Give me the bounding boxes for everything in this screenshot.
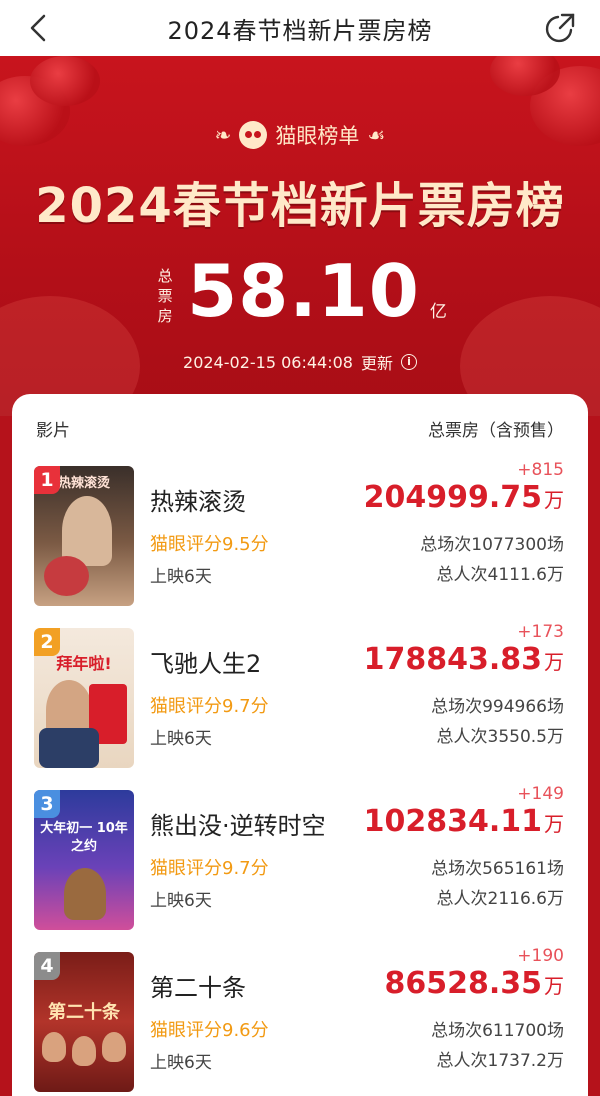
movie-row[interactable]: 大年初一 10年之约 3 熊出没·逆转时空 猫眼评分9.7分 上映6天 +149… (12, 784, 588, 932)
back-arrow-icon[interactable] (22, 10, 58, 46)
column-film: 影片 (36, 421, 70, 441)
box-delta: +173 (517, 622, 564, 642)
poster-figure (102, 1032, 126, 1062)
total-amount: 58.10 (187, 249, 420, 333)
total-label: 总票房 (157, 267, 173, 325)
movie-poster[interactable]: 热辣滚烫 1 (34, 466, 134, 606)
poster-title: 大年初一 10年之约 (40, 821, 128, 854)
page-title: 2024春节档新片票房榜 (167, 16, 433, 45)
movie-title: 第二十条 (150, 974, 246, 1002)
total-unit: 亿 (429, 302, 447, 322)
poster-figure (42, 1032, 66, 1062)
movie-poster[interactable]: 大年初一 10年之约 3 (34, 790, 134, 930)
box-office-value: 86528.35 万 (384, 966, 564, 1001)
info-icon[interactable]: i (400, 354, 417, 370)
movie-title: 熊出没·逆转时空 (150, 812, 326, 840)
box-office-value: 102834.11 万 (363, 804, 564, 839)
rank-badge: 4 (34, 952, 60, 980)
movie-days: 上映6天 (150, 729, 212, 749)
total-shows: 总场次611700场 (431, 1021, 564, 1041)
column-box-office: 总票房（含预售） (428, 421, 564, 441)
rank-badge: 2 (34, 628, 60, 656)
box-delta: +815 (517, 460, 564, 480)
movie-poster[interactable]: 第二十条 4 (34, 952, 134, 1092)
movie-row[interactable]: 拜年啦! 2 飞驰人生2 猫眼评分9.7分 上映6天 +173 178843.8… (12, 622, 588, 770)
box-delta: +149 (517, 784, 564, 804)
movie-score: 猫眼评分9.5分 (150, 534, 269, 555)
rank-badge: 1 (34, 466, 60, 494)
movie-days: 上映6天 (150, 1053, 212, 1073)
total-box-office: 总票房 58.10 亿 (0, 252, 600, 330)
total-admissions: 总人次4111.6万 (436, 565, 564, 585)
list-header: 影片 总票房（含预售） (36, 416, 564, 441)
movie-score: 猫眼评分9.7分 (150, 858, 269, 879)
total-admissions: 总人次2116.6万 (436, 889, 564, 909)
ranking-card: 影片 总票房（含预售） 热辣滚烫 1 热辣滚烫 猫眼评分9.5分 上映6天 +8… (12, 394, 588, 1096)
poster-figure (44, 556, 89, 596)
brand-label: 猫眼榜单 (275, 124, 360, 148)
brand-badge: ❧ 猫眼榜单 ☙ (0, 120, 600, 150)
total-shows: 总场次565161场 (431, 859, 564, 879)
movie-title: 飞驰人生2 (150, 650, 262, 678)
movie-row[interactable]: 第二十条 4 第二十条 猫眼评分9.6分 上映6天 +190 86528.35 万… (12, 946, 588, 1094)
movie-score: 猫眼评分9.7分 (150, 696, 269, 717)
update-time: 2024-02-15 06:44:08 (183, 352, 353, 372)
movie-days: 上映6天 (150, 891, 212, 911)
total-admissions: 总人次3550.5万 (436, 727, 564, 747)
update-label: 更新 (360, 354, 393, 373)
poster-figure (64, 868, 106, 920)
maoyan-logo-icon (239, 121, 268, 149)
laurel-right-icon: ☙ (367, 123, 386, 147)
hero-headline: 2024春节档新片票房榜 (35, 178, 565, 234)
movie-row[interactable]: 热辣滚烫 1 热辣滚烫 猫眼评分9.5分 上映6天 +815 204999.75… (12, 460, 588, 608)
hero-banner: ❧ 猫眼榜单 ☙ 2024春节档新片票房榜 总票房 58.10 亿 2024-0… (0, 56, 600, 416)
rank-badge: 3 (34, 790, 60, 818)
box-delta: +190 (517, 946, 564, 966)
poster-title: 第二十条 (48, 1002, 120, 1023)
movie-days: 上映6天 (150, 567, 212, 587)
total-shows: 总场次994966场 (431, 697, 564, 717)
movie-title: 热辣滚烫 (150, 488, 246, 516)
total-admissions: 总人次1737.2万 (436, 1051, 564, 1071)
update-info: 2024-02-15 06:44:08 更新 i (0, 350, 600, 374)
poster-figure (72, 1036, 96, 1066)
poster-figure (39, 728, 99, 768)
box-office-value: 178843.83 万 (363, 642, 564, 677)
laurel-left-icon: ❧ (214, 123, 232, 147)
nav-bar: 2024春节档新片票房榜 (0, 0, 600, 56)
total-shows: 总场次1077300场 (420, 535, 564, 555)
movie-score: 猫眼评分9.6分 (150, 1020, 269, 1041)
movie-poster[interactable]: 拜年啦! 2 (34, 628, 134, 768)
share-icon[interactable] (542, 10, 578, 46)
lantern-decoration (30, 56, 100, 106)
box-office-value: 204999.75 万 (363, 480, 564, 515)
